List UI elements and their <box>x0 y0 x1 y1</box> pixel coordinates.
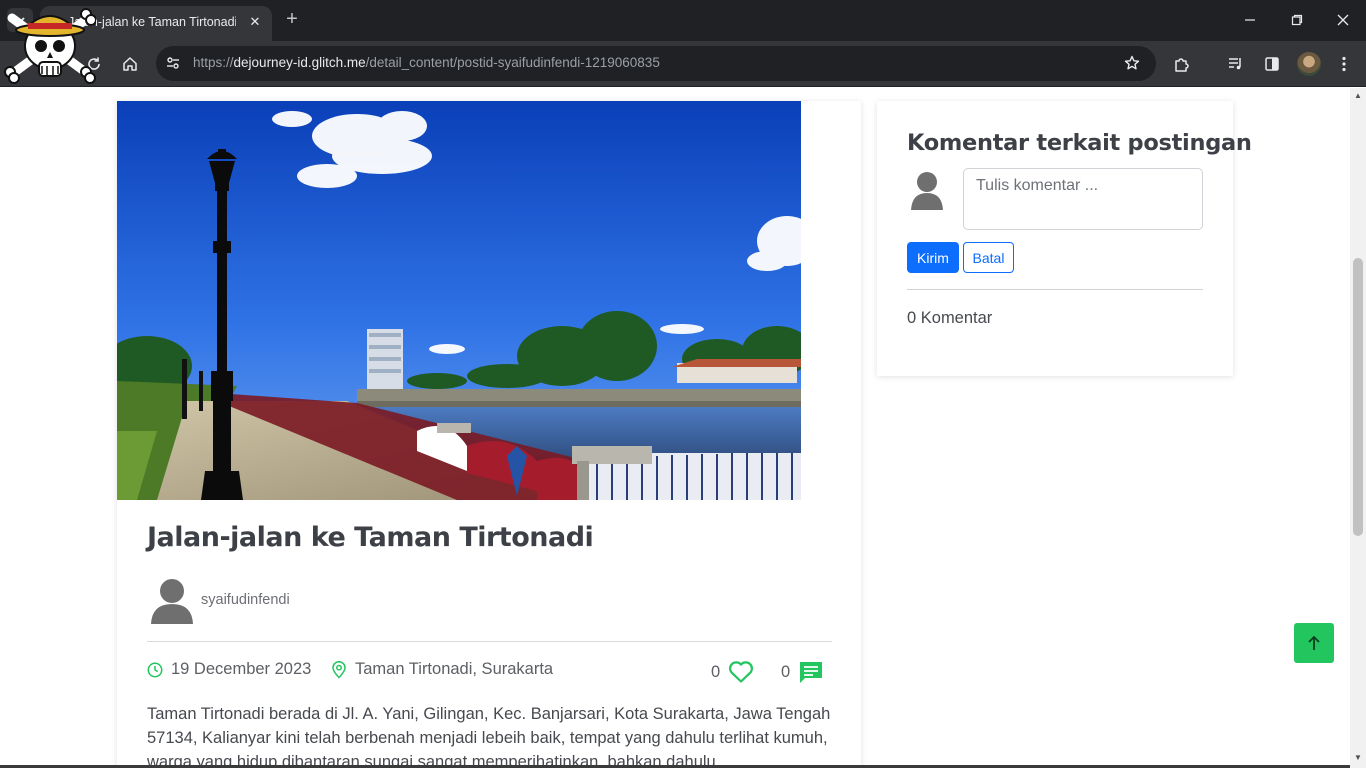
site-info-icon[interactable] <box>160 50 186 76</box>
like-count: 0 <box>711 662 721 681</box>
new-tab-button[interactable]: + <box>281 8 303 30</box>
comment-count: 0 <box>781 662 791 681</box>
post-body: Taman Tirtonadi berada di Jl. A. Yani, G… <box>147 705 831 768</box>
post-date: 19 December 2023 <box>147 660 311 679</box>
url-text: https://dejourney-id.glitch.me/detail_co… <box>193 55 660 70</box>
like-counter[interactable]: 0 <box>711 660 754 684</box>
url-scheme: https:// <box>193 55 234 70</box>
heart-icon[interactable] <box>728 660 754 684</box>
minimize-window-icon[interactable] <box>1238 8 1262 32</box>
back-to-top-button[interactable] <box>1294 623 1334 663</box>
scroll-up-arrow-icon[interactable]: ▲ <box>1354 92 1362 100</box>
side-panel-icon[interactable] <box>1259 51 1285 77</box>
close-tab-icon[interactable]: ✕ <box>246 13 264 31</box>
comment-divider <box>907 289 1203 290</box>
skull-logo-icon <box>4 8 96 84</box>
clock-icon <box>147 662 163 677</box>
post-meta: 19 December 2023 Taman Tirtonadi, Suraka… <box>147 660 832 688</box>
comment-panel: Komentar terkait postingan Kirim Batal 0… <box>877 101 1252 376</box>
home-icon[interactable] <box>117 51 143 77</box>
chat-icon[interactable] <box>798 660 824 684</box>
cancel-comment-button[interactable]: Batal <box>963 242 1014 273</box>
comment-textarea[interactable] <box>963 168 1203 230</box>
scroll-down-arrow-icon[interactable]: ▼ <box>1354 754 1362 762</box>
url-path: /detail_content/postid-syaifudinfendi-12… <box>365 55 660 70</box>
url-host: dejourney-id.glitch.me <box>233 55 366 70</box>
comment-counter[interactable]: 0 <box>781 660 824 684</box>
browser-toolbar: https://dejourney-id.glitch.me/detail_co… <box>0 41 1366 87</box>
scrollbar-thumb[interactable] <box>1353 258 1363 536</box>
author-name[interactable]: syaifudinfendi <box>201 592 290 608</box>
post-location: Taman Tirtonadi, Surakarta <box>331 660 553 679</box>
commenter-avatar-icon <box>911 172 943 210</box>
address-bar[interactable]: https://dejourney-id.glitch.me/detail_co… <box>156 46 1156 81</box>
media-control-icon[interactable] <box>1223 51 1249 77</box>
comment-panel-title: Komentar terkait postingan <box>907 130 1252 156</box>
arrow-up-icon <box>1308 635 1320 650</box>
bookmark-star-icon[interactable] <box>1119 50 1145 76</box>
author-avatar-icon <box>151 579 193 624</box>
submit-comment-button[interactable]: Kirim <box>907 242 959 273</box>
map-pin-icon <box>332 660 346 679</box>
post-card: Jalan-jalan ke Taman Tirtonadi syaifudin… <box>117 101 861 768</box>
extensions-icon[interactable] <box>1169 51 1195 77</box>
page-scrollbar[interactable]: ▲ ▼ <box>1350 88 1366 768</box>
comment-count-text: 0 Komentar <box>907 309 993 327</box>
post-image <box>117 101 801 500</box>
page-viewport: Jalan-jalan ke Taman Tirtonadi syaifudin… <box>0 88 1350 768</box>
restore-window-icon[interactable] <box>1285 8 1309 32</box>
browser-menu-icon[interactable] <box>1331 51 1357 77</box>
post-divider <box>147 641 832 642</box>
profile-avatar[interactable] <box>1297 52 1321 76</box>
browser-tab-strip: Jalan-jalan ke Taman Tirtonadi ✕ + <box>0 0 1366 41</box>
post-date-text: 19 December 2023 <box>171 660 312 678</box>
post-title: Jalan-jalan ke Taman Tirtonadi <box>147 522 594 553</box>
close-window-icon[interactable] <box>1331 8 1355 32</box>
post-location-text: Taman Tirtonadi, Surakarta <box>355 660 554 678</box>
